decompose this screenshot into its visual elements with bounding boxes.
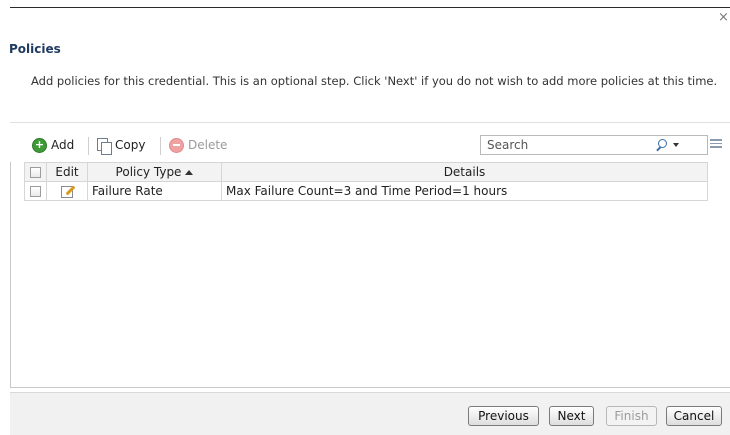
policies-table: Edit Policy Type Details Failure Rate Ma… xyxy=(24,162,708,201)
row-select-cell xyxy=(24,181,47,201)
previous-button[interactable]: Previous xyxy=(468,406,539,426)
details-cell: Max Failure Count=3 and Time Period=1 ho… xyxy=(221,181,708,201)
section-title: Policies xyxy=(9,42,61,56)
column-header-policy-type[interactable]: Policy Type xyxy=(87,162,222,182)
section-description: Add policies for this credential. This i… xyxy=(31,74,718,88)
minus-circle-icon xyxy=(169,137,184,153)
select-all-cell xyxy=(24,162,47,182)
chevron-down-icon[interactable] xyxy=(673,143,679,147)
select-all-checkbox[interactable] xyxy=(30,167,41,178)
table-header-row: Edit Policy Type Details xyxy=(24,162,708,182)
toolbar-divider xyxy=(160,137,161,155)
row-edit-cell xyxy=(46,181,88,201)
copy-label: Copy xyxy=(115,138,146,152)
search-input[interactable] xyxy=(487,137,637,153)
copy-icon xyxy=(97,137,112,155)
column-header-edit: Edit xyxy=(46,162,88,182)
next-button[interactable]: Next xyxy=(549,406,594,426)
wizard-footer: Previous Next Finish Cancel xyxy=(10,392,730,435)
delete-label: Delete xyxy=(188,138,228,152)
add-label: Add xyxy=(51,138,75,152)
plus-circle-icon: + xyxy=(32,137,47,153)
add-button[interactable]: + Add xyxy=(32,134,74,156)
row-checkbox[interactable] xyxy=(30,186,41,197)
top-border xyxy=(10,7,730,8)
search-box xyxy=(480,135,708,155)
column-chooser-icon[interactable] xyxy=(710,139,722,151)
divider xyxy=(10,122,730,123)
delete-button[interactable]: Delete xyxy=(169,134,227,156)
policy-type-cell: Failure Rate xyxy=(87,181,222,201)
column-header-details[interactable]: Details xyxy=(221,162,708,182)
grid-toolbar: + Add Copy Delete xyxy=(10,134,730,158)
sort-ascending-icon xyxy=(185,170,194,175)
cancel-button[interactable]: Cancel xyxy=(666,406,722,426)
copy-button[interactable]: Copy xyxy=(97,134,145,156)
toolbar-divider xyxy=(88,137,89,155)
search-icon[interactable] xyxy=(653,138,669,153)
finish-button[interactable]: Finish xyxy=(606,406,657,426)
close-icon[interactable]: × xyxy=(718,10,730,26)
column-header-label: Policy Type xyxy=(115,165,182,179)
table-row[interactable]: Failure Rate Max Failure Count=3 and Tim… xyxy=(24,181,708,201)
edit-icon[interactable] xyxy=(60,184,76,199)
